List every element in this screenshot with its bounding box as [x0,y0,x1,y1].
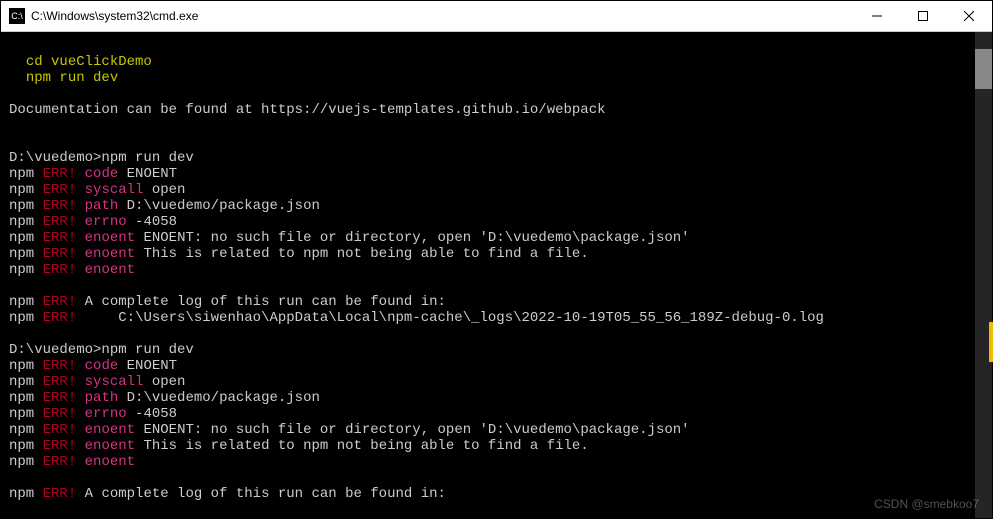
titlebar[interactable]: C:\ C:\Windows\system32\cmd.exe [1,1,992,32]
window-title: C:\Windows\system32\cmd.exe [31,9,854,23]
scrollbar[interactable] [975,32,992,518]
scroll-up-arrow[interactable] [975,32,992,49]
scroll-thumb[interactable] [975,49,992,89]
window-controls [854,1,992,31]
cmd-cd: cd vueClickDemo [26,54,152,70]
terminal-output[interactable]: cd vueClickDemo npm run dev Documentatio… [1,32,975,518]
prompt-line: D:\vuedemo>npm run dev [9,150,194,166]
cmd-icon: C:\ [9,8,25,24]
close-button[interactable] [946,1,992,31]
doc-line: Documentation can be found at https://vu… [9,102,606,118]
err-tag: ERR! [43,166,77,182]
minimize-button[interactable] [854,1,900,31]
cmd-window: C:\ C:\Windows\system32\cmd.exe cd vueCl… [0,0,993,519]
watermark: CSDN @smebkoo7 [874,497,979,511]
log-path: C:\Users\siwenhao\AppData\Local\npm-cach… [76,310,824,326]
edge-decoration [989,322,993,362]
maximize-button[interactable] [900,1,946,31]
cmd-npm-run: npm run dev [26,70,118,86]
terminal-area: cd vueClickDemo npm run dev Documentatio… [1,32,992,518]
prompt-line-2: D:\vuedemo>npm run dev [9,342,194,358]
